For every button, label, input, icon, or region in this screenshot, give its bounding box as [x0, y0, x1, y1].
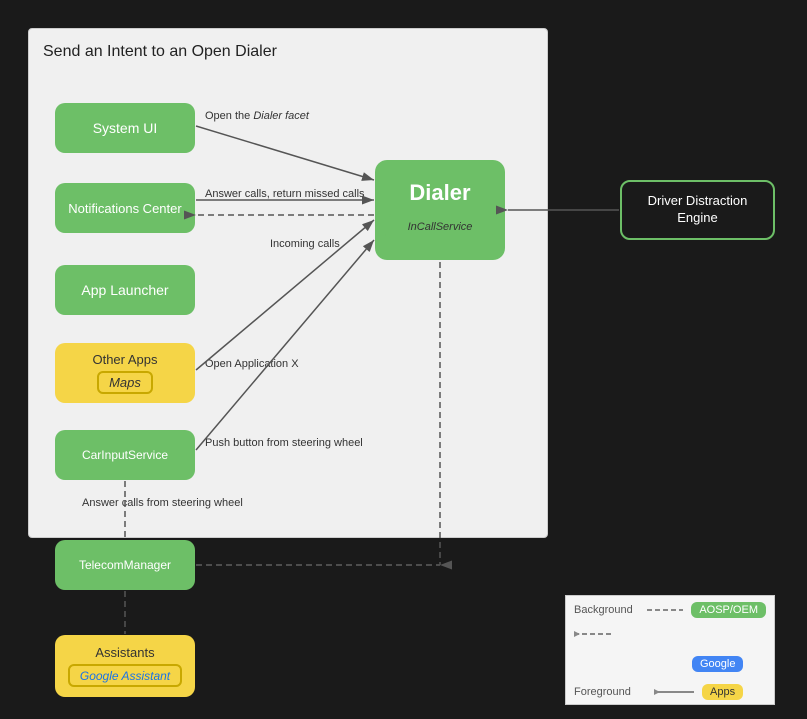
telecom-manager-box: TelecomManager — [55, 540, 195, 590]
assistants-box: Assistants Google Assistant — [55, 635, 195, 697]
anno-answer-calls: Answer calls, return missed calls — [205, 188, 365, 200]
anno-incoming-calls: Incoming calls — [270, 238, 340, 250]
system-ui-box: System UI — [55, 103, 195, 153]
notifications-center-box: Notifications Center — [55, 183, 195, 233]
anno-open-dialer-facet: Open the Open the Dialer facetDialer fac… — [205, 110, 309, 122]
car-input-service-box: CarInputService — [55, 430, 195, 480]
legend-google-row: Google — [566, 650, 774, 678]
in-call-service-box: InCallService — [385, 214, 495, 240]
maps-inner-box: Maps — [97, 371, 153, 394]
dialer-box: Dialer InCallService — [375, 160, 505, 260]
app-launcher-box: App Launcher — [55, 265, 195, 315]
google-assistant-inner-box: Google Assistant — [68, 664, 182, 687]
anno-answer-steering: Answer calls from steering wheel — [82, 497, 243, 509]
anno-open-application-x: Open Application X — [205, 358, 299, 370]
legend-box: Background AOSP/OEM Google Foreground Ap… — [565, 595, 775, 705]
driver-distraction-engine-box: Driver Distraction Engine — [620, 180, 775, 240]
other-apps-box: Other Apps Maps — [55, 343, 195, 403]
legend-background-row: Background AOSP/OEM — [566, 596, 774, 624]
legend-foreground-row: Foreground Apps — [566, 678, 774, 706]
anno-push-button: Push button from steering wheel — [205, 437, 363, 449]
diagram-title: Send an Intent to an Open Dialer — [43, 43, 277, 61]
